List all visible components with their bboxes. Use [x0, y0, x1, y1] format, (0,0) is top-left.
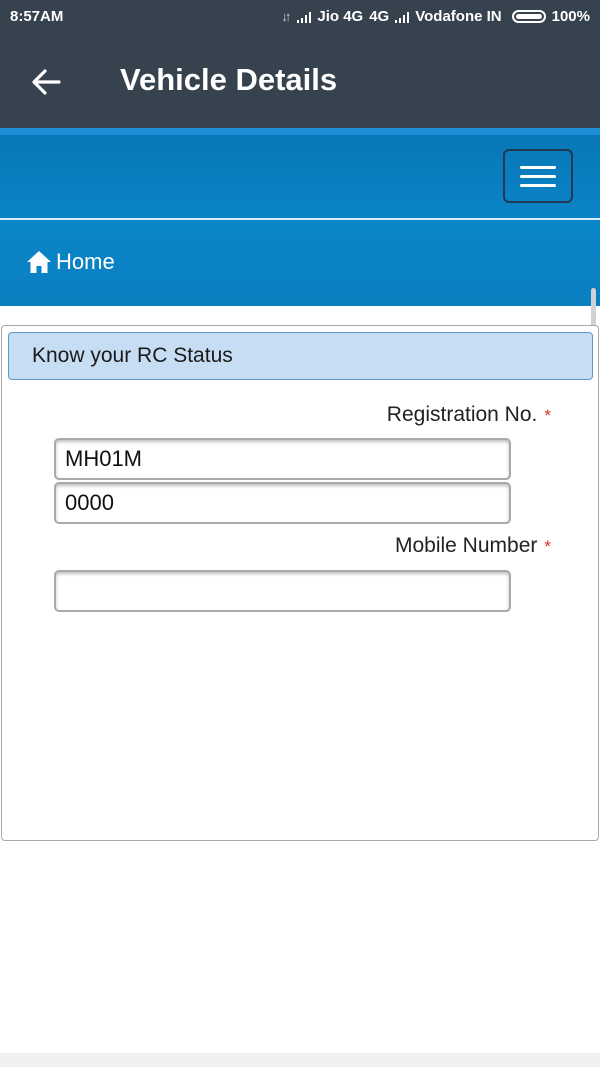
menu-toggle-button[interactable] [503, 149, 573, 203]
network-2-label: 4G [369, 8, 390, 25]
card-heading: Know your RC Status [8, 332, 593, 380]
status-indicators: ↓↑ Jio 4G 4G Vodafone IN 100% [281, 8, 590, 25]
mobile-number-input[interactable] [54, 570, 511, 612]
battery-level: 100% [551, 8, 590, 25]
signal-bars-icon [395, 11, 410, 23]
battery-icon [511, 10, 546, 23]
hamburger-icon-line [520, 165, 556, 169]
carrier-1-label: Jio 4G [317, 8, 364, 25]
app-bar: Vehicle Details [0, 34, 600, 128]
registration-part2-input[interactable] [54, 482, 511, 524]
home-link[interactable]: Home [26, 249, 115, 275]
bottom-strip [0, 1053, 600, 1067]
required-marker: * [544, 537, 551, 556]
header-accent-line [0, 128, 600, 135]
registration-label-text: Registration No. [386, 403, 538, 426]
back-button[interactable] [22, 58, 70, 106]
rc-status-card: Know your RC Status Registration No. * Mo… [1, 325, 599, 841]
hamburger-icon-line [520, 183, 556, 187]
signal-bars-icon [297, 11, 312, 23]
breadcrumb: Home [0, 220, 600, 306]
status-time: 8:57AM [10, 8, 64, 25]
arrow-left-icon [32, 69, 61, 95]
status-bar: 8:57AM ↓↑ Jio 4G 4G Vodafone IN 100% [0, 0, 600, 34]
carrier-2-label: Vodafone IN [415, 8, 502, 25]
mobile-label: Mobile Number * [395, 534, 551, 558]
required-marker: * [544, 406, 551, 425]
nav-header [0, 135, 600, 218]
registration-part1-input[interactable] [54, 438, 511, 480]
screen: 8:57AM ↓↑ Jio 4G 4G Vodafone IN 100% Veh… [0, 0, 600, 1067]
data-activity-icon: ↓↑ [281, 9, 291, 24]
mobile-label-text: Mobile Number [394, 534, 538, 557]
page-title: Vehicle Details [120, 62, 338, 97]
hamburger-icon-line [520, 174, 556, 178]
registration-label: Registration No. * [387, 403, 551, 427]
home-link-label: Home [56, 249, 115, 274]
home-icon [27, 251, 51, 273]
